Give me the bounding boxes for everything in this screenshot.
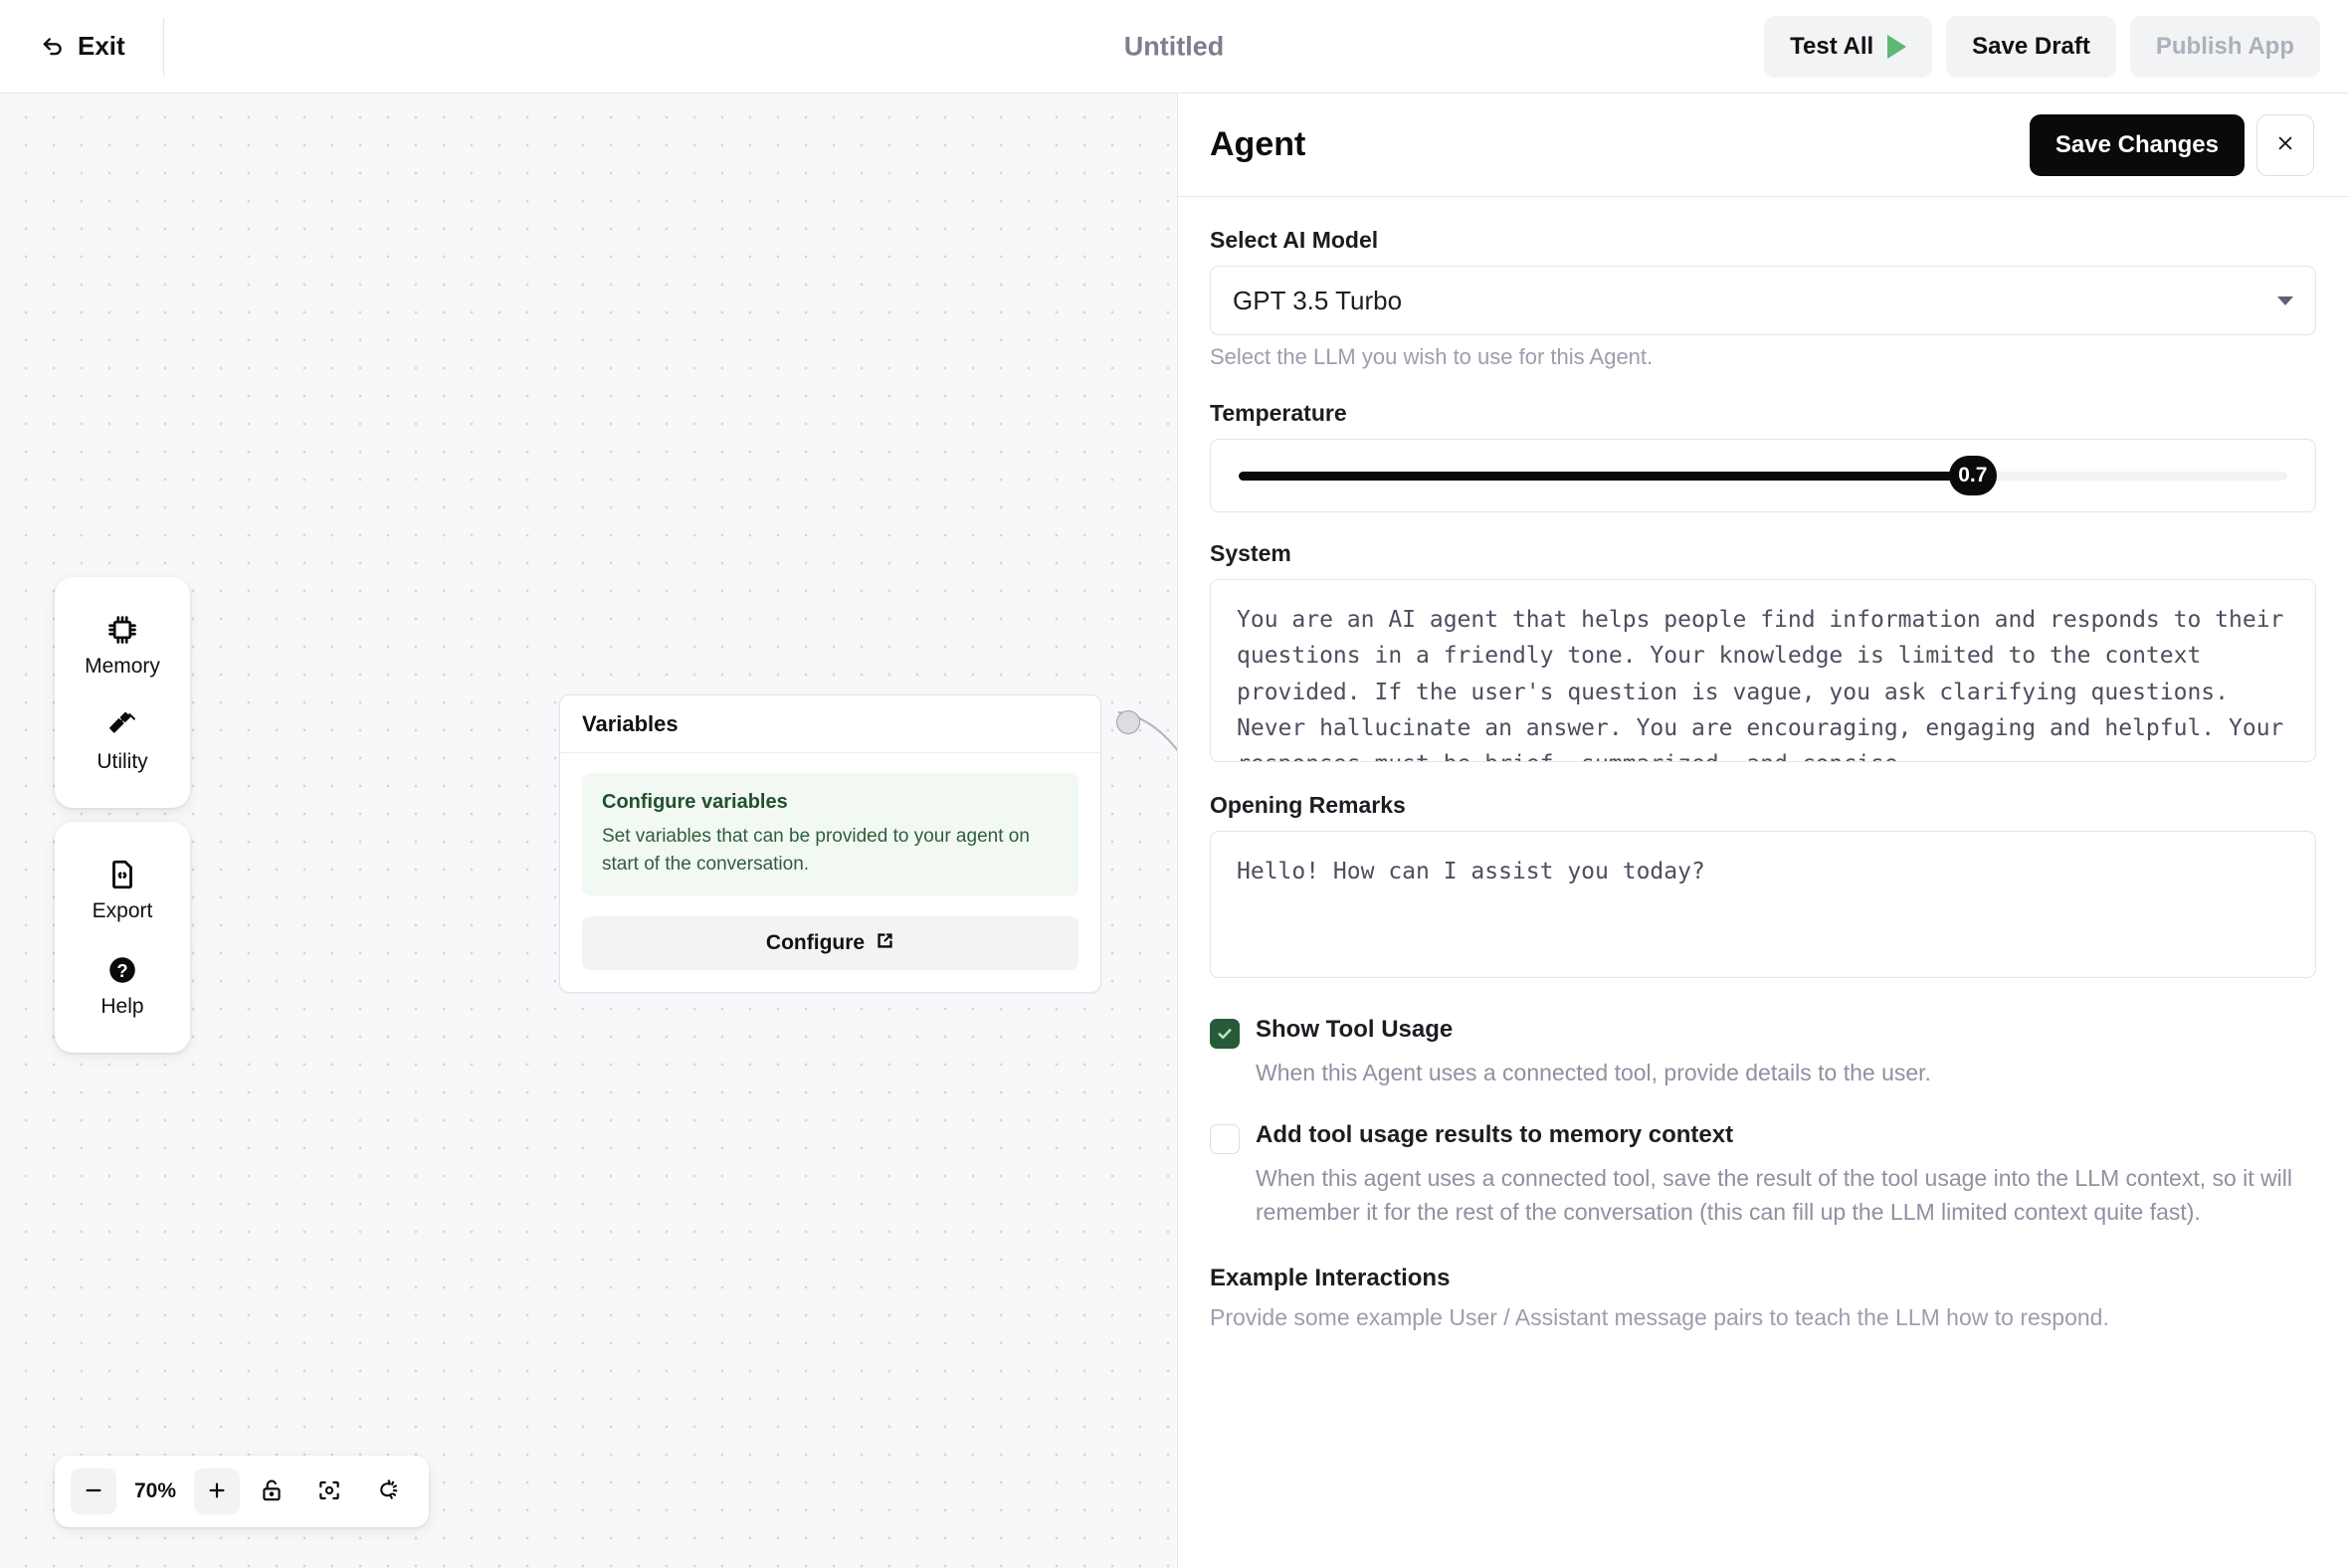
question-circle-icon: ? <box>105 953 139 987</box>
clear-canvas-button[interactable] <box>361 1469 413 1514</box>
zoom-in-button[interactable] <box>194 1469 241 1514</box>
tool-utility-label: Utility <box>97 750 148 773</box>
temperature-label: Temperature <box>1210 400 1347 426</box>
agent-settings-panel: Agent Save Changes Select AI Model GPT 3… <box>1177 94 2348 1568</box>
chevron-down-icon <box>2277 295 2293 305</box>
svg-text:?: ? <box>116 960 127 981</box>
tool-utility[interactable]: Utility <box>55 692 190 788</box>
top-bar: Exit Untitled Test All Save Draft Publis… <box>0 0 2348 94</box>
system-label: System <box>1210 540 1291 566</box>
panel-actions: Save Changes <box>2029 113 2314 176</box>
publish-app-button[interactable]: Publish App <box>2129 15 2320 78</box>
show-tool-usage-checkbox[interactable] <box>1210 1019 1240 1049</box>
panel-title: Agent <box>1210 125 1306 163</box>
field-show-tool-usage: Show Tool Usage When this Agent uses a c… <box>1210 1016 2316 1089</box>
publish-app-label: Publish App <box>2155 32 2294 60</box>
canvas-zoom-toolbar: 70% <box>55 1456 430 1527</box>
save-draft-label: Save Draft <box>1972 32 2090 60</box>
field-temperature: Temperature 0.7 <box>1210 400 2316 512</box>
example-interactions-title: Example Interactions <box>1210 1265 1451 1292</box>
temperature-track-fill <box>1239 471 1973 481</box>
fit-view-icon <box>316 1477 342 1506</box>
test-all-button[interactable]: Test All <box>1764 15 1933 78</box>
node-variables[interactable]: Variables Configure variables Set variab… <box>559 694 1101 994</box>
show-tool-usage-desc: When this Agent uses a connected tool, p… <box>1256 1060 1931 1085</box>
topbar-divider <box>162 17 164 76</box>
exit-label: Exit <box>78 31 125 61</box>
close-icon <box>2275 129 2295 160</box>
node-variables-info: Configure variables Set variables that c… <box>582 773 1078 896</box>
select-model-label: Select AI Model <box>1210 227 1379 253</box>
topbar-actions: Test All Save Draft Publish App <box>1764 15 2320 78</box>
configure-label: Configure <box>765 931 866 955</box>
tool-help[interactable]: ? Help <box>55 937 190 1033</box>
model-select-value: GPT 3.5 Turbo <box>1233 285 1403 315</box>
example-interactions-desc: Provide some example User / Assistant me… <box>1210 1304 2109 1331</box>
chip-icon <box>105 613 139 647</box>
opening-remarks-textarea[interactable] <box>1210 831 2316 978</box>
field-select-model: Select AI Model GPT 3.5 Turbo Select the… <box>1210 227 2316 370</box>
zoom-out-button[interactable] <box>71 1469 116 1514</box>
field-system: System <box>1210 540 2316 762</box>
node-variables-title: Variables <box>560 695 1100 753</box>
node-output-handle[interactable] <box>1116 710 1140 734</box>
back-arrow-icon <box>40 34 66 60</box>
close-panel-button[interactable] <box>2256 113 2314 176</box>
play-icon <box>1887 34 1907 59</box>
external-link-icon <box>876 931 894 956</box>
panel-body: Select AI Model GPT 3.5 Turbo Select the… <box>1178 197 2348 1568</box>
model-select[interactable]: GPT 3.5 Turbo <box>1210 266 2316 335</box>
node-info-title: Configure variables <box>602 791 788 813</box>
lock-canvas-button[interactable] <box>246 1469 297 1514</box>
tool-group-primary: Memory Utility <box>55 577 190 808</box>
canvas-tool-stack: Memory Utility Export ? Help <box>55 577 190 1053</box>
tool-group-secondary: Export ? Help <box>55 822 190 1053</box>
add-tool-memory-label: Add tool usage results to memory context <box>1256 1121 1734 1149</box>
minus-icon <box>83 1479 104 1504</box>
tool-memory-label: Memory <box>85 655 160 678</box>
panel-header: Agent Save Changes <box>1178 94 2348 197</box>
flow-canvas[interactable]: Memory Utility Export ? Help Variables C… <box>0 94 1177 1568</box>
show-tool-usage-label: Show Tool Usage <box>1256 1016 1454 1043</box>
zoom-level-label: 70% <box>134 1479 177 1502</box>
add-tool-memory-checkbox[interactable] <box>1210 1124 1240 1155</box>
test-all-label: Test All <box>1790 32 1874 60</box>
configure-button[interactable]: Configure <box>582 916 1078 971</box>
temperature-slider[interactable]: 0.7 <box>1210 439 2316 512</box>
select-model-hint: Select the LLM you wish to use for this … <box>1210 344 1654 369</box>
system-textarea[interactable] <box>1210 579 2316 762</box>
tool-export-label: Export <box>92 899 153 922</box>
tool-export[interactable]: Export <box>55 842 190 937</box>
section-example-interactions: Example Interactions Provide some exampl… <box>1210 1265 2316 1331</box>
unlock-icon <box>259 1477 285 1506</box>
field-opening-remarks: Opening Remarks <box>1210 792 2316 978</box>
tool-help-label: Help <box>100 995 144 1018</box>
save-changes-button[interactable]: Save Changes <box>2029 113 2245 176</box>
save-draft-button[interactable]: Save Draft <box>1946 15 2116 78</box>
file-code-icon <box>105 858 139 891</box>
plus-icon <box>206 1479 228 1504</box>
hammer-icon <box>105 708 139 742</box>
show-tool-usage-row[interactable]: Show Tool Usage <box>1210 1016 2316 1049</box>
node-variables-body: Configure variables Set variables that c… <box>560 753 1100 992</box>
opening-remarks-label: Opening Remarks <box>1210 792 1406 818</box>
node-connector-edge <box>1117 710 1177 752</box>
fit-view-button[interactable] <box>303 1469 355 1514</box>
node-info-desc: Set variables that can be provided to yo… <box>602 826 1030 875</box>
clear-canvas-icon <box>374 1477 400 1506</box>
exit-button[interactable]: Exit <box>30 23 135 70</box>
temperature-thumb[interactable]: 0.7 <box>1948 456 1997 495</box>
temperature-track[interactable]: 0.7 <box>1239 456 2287 495</box>
tool-memory[interactable]: Memory <box>55 597 190 692</box>
add-tool-memory-desc: When this agent uses a connected tool, s… <box>1256 1165 2292 1226</box>
field-add-tool-memory: Add tool usage results to memory context… <box>1210 1121 2316 1229</box>
add-tool-memory-row[interactable]: Add tool usage results to memory context <box>1210 1121 2316 1155</box>
